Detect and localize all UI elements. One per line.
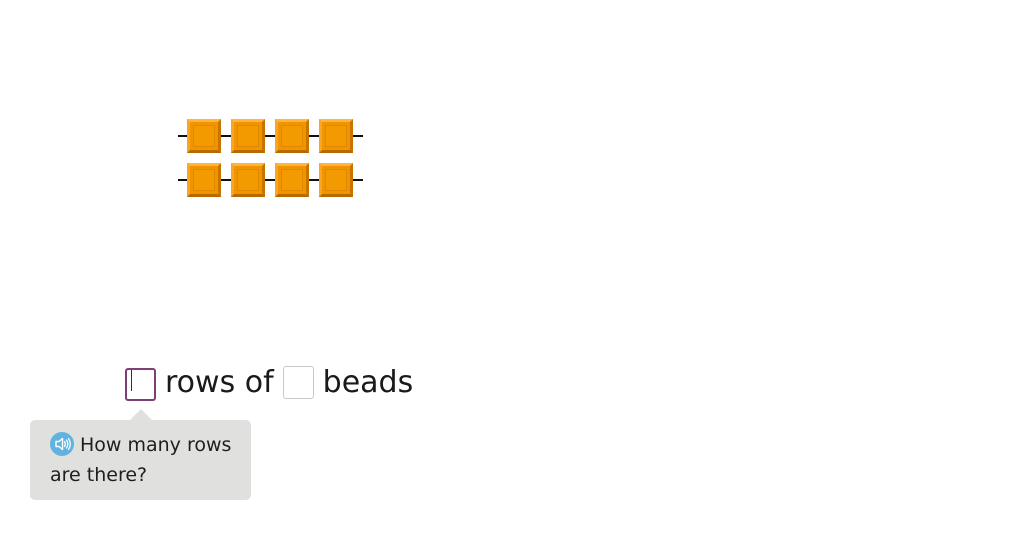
rows-input-wrapper [125, 364, 156, 401]
bead [231, 119, 265, 153]
bead [275, 163, 309, 197]
rows-of-label: rows of [165, 364, 274, 400]
rows-input[interactable] [125, 367, 156, 401]
beads-label: beads [322, 364, 414, 400]
speaker-icon[interactable] [50, 432, 74, 456]
bead-row [178, 119, 363, 153]
text-caret [131, 369, 132, 391]
bead [275, 119, 309, 153]
answer-sentence: rows of beads [125, 364, 414, 401]
bead [319, 119, 353, 153]
bead [187, 163, 221, 197]
hint-bubble: How many rows are there? [30, 420, 251, 500]
beads-input[interactable] [282, 365, 314, 399]
hint-pointer [130, 409, 152, 420]
bead [319, 163, 353, 197]
hint-text: How many rows are there? [50, 434, 232, 486]
bead [187, 119, 221, 153]
bead [231, 163, 265, 197]
bead-row [178, 163, 363, 197]
exercise-canvas: rows of beads How many rows are there? [0, 0, 1024, 560]
